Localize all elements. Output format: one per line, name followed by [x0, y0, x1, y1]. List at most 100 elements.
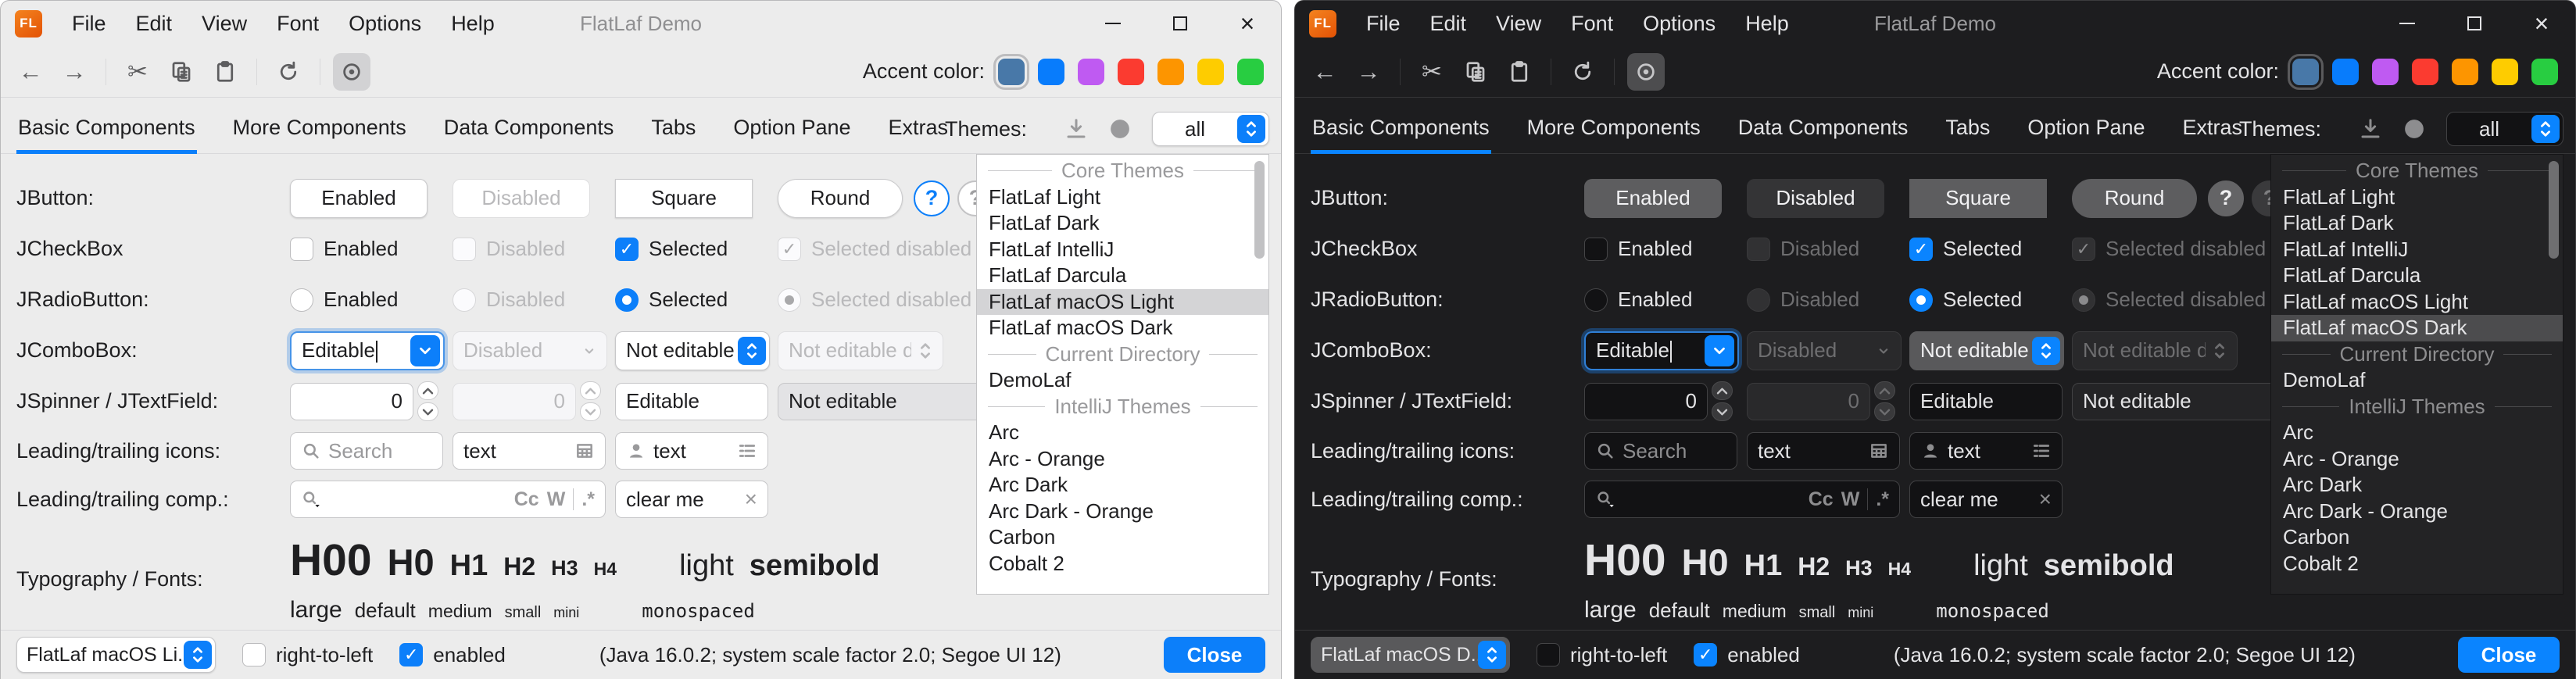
enabled-checkbox[interactable]: ✓: [1694, 643, 1717, 666]
editable-combobox[interactable]: Editable: [290, 331, 445, 370]
tab-extras[interactable]: Extras: [887, 116, 950, 153]
refresh-button[interactable]: [270, 53, 307, 91]
accent-swatch-default[interactable]: [998, 59, 1025, 85]
radio-selected[interactable]: [1909, 288, 1933, 312]
theme-item[interactable]: FlatLaf Light: [2271, 184, 2563, 211]
back-button[interactable]: ←: [12, 53, 49, 91]
enabled-checkbox-group[interactable]: ✓ enabled: [399, 643, 506, 667]
rtl-checkbox[interactable]: [242, 643, 266, 666]
spinner-field[interactable]: 0: [290, 383, 413, 420]
copy-button[interactable]: [1457, 53, 1494, 91]
github-link[interactable]: [1108, 117, 1132, 141]
tab-data-components[interactable]: Data Components: [1737, 116, 1910, 153]
tab-tabs[interactable]: Tabs: [649, 116, 697, 153]
theme-item[interactable]: Arc: [2271, 420, 2563, 446]
clearable-field[interactable]: clear me ×: [1909, 481, 2063, 518]
menu-file[interactable]: File: [1366, 12, 1401, 36]
checkbox-enabled[interactable]: [290, 238, 313, 261]
menu-view[interactable]: View: [202, 12, 247, 36]
checkbox-enabled[interactable]: [1584, 238, 1608, 261]
maximize-button[interactable]: [2441, 1, 2508, 46]
enabled-checkbox[interactable]: ✓: [399, 643, 423, 666]
tab-basic-components[interactable]: Basic Components: [1311, 116, 1491, 153]
tab-basic-components[interactable]: Basic Components: [16, 116, 197, 153]
text-field-with-user-icon[interactable]: text: [615, 432, 768, 470]
whole-words-button[interactable]: W: [1841, 488, 1860, 511]
accent-swatch-orange[interactable]: [2452, 59, 2478, 85]
download-themes-button[interactable]: [2359, 117, 2382, 141]
show-hidden-toggle[interactable]: [333, 53, 370, 91]
search-dropdown-icon[interactable]: [1595, 489, 1615, 509]
text-field-with-table-icon[interactable]: text: [453, 432, 606, 470]
themes-list[interactable]: Core Themes FlatLaf Light FlatLaf Dark F…: [2270, 154, 2563, 595]
refresh-button[interactable]: [1564, 53, 1601, 91]
spinner-down-icon[interactable]: [417, 402, 438, 421]
theme-item[interactable]: FlatLaf Dark: [977, 210, 1268, 237]
close-button[interactable]: ×: [1214, 1, 1281, 46]
accent-swatch-green[interactable]: [1237, 59, 1264, 85]
checkbox-selected[interactable]: ✓: [1909, 238, 1933, 261]
close-dialog-button[interactable]: Close: [2458, 637, 2560, 673]
copy-button[interactable]: [163, 53, 200, 91]
enabled-button[interactable]: Enabled: [290, 179, 428, 218]
clearable-field[interactable]: clear me ×: [615, 481, 768, 518]
forward-button[interactable]: →: [1350, 53, 1387, 91]
themes-list[interactable]: Core Themes FlatLaf Light FlatLaf Dark F…: [976, 154, 1269, 595]
match-case-button[interactable]: Cc: [514, 488, 539, 511]
theme-item[interactable]: FlatLaf Dark: [2271, 210, 2563, 237]
list-icon[interactable]: [737, 441, 757, 461]
table-icon[interactable]: [574, 441, 595, 461]
accent-swatch-yellow[interactable]: [1197, 59, 1224, 85]
close-dialog-button[interactable]: Close: [1164, 637, 1265, 673]
search-field-with-options[interactable]: Cc W .*: [1584, 481, 1900, 518]
rtl-checkbox-group[interactable]: right-to-left: [242, 643, 373, 667]
menu-view[interactable]: View: [1496, 12, 1541, 36]
theme-item[interactable]: FlatLaf macOS Light: [977, 289, 1268, 316]
accent-swatch-red[interactable]: [1118, 59, 1144, 85]
chevron-down-icon[interactable]: [410, 335, 440, 366]
clear-icon[interactable]: ×: [2039, 487, 2052, 512]
regex-button[interactable]: .*: [1876, 488, 1889, 511]
not-editable-combobox[interactable]: Not editable: [1909, 331, 2064, 370]
accent-swatch-blue[interactable]: [1038, 59, 1064, 85]
minimize-button[interactable]: [1079, 1, 1147, 46]
rtl-checkbox-group[interactable]: right-to-left: [1537, 643, 1667, 667]
theme-item[interactable]: Carbon: [2271, 524, 2563, 551]
paste-button[interactable]: [1501, 53, 1538, 91]
not-editable-combobox[interactable]: Not editable: [615, 331, 770, 370]
accent-swatch-blue[interactable]: [2332, 59, 2359, 85]
github-link[interactable]: [2402, 117, 2426, 141]
theme-item[interactable]: DemoLaf: [2271, 367, 2563, 394]
theme-item[interactable]: FlatLaf macOS Light: [2271, 289, 2563, 316]
spinner-up-icon[interactable]: [417, 381, 438, 400]
radio-enabled[interactable]: [290, 288, 313, 312]
search-field-with-options[interactable]: Cc W .*: [290, 481, 606, 518]
maximize-button[interactable]: [1147, 1, 1214, 46]
theme-item[interactable]: Arc Dark - Orange: [2271, 499, 2563, 525]
menu-options[interactable]: Options: [349, 12, 421, 36]
accent-swatch-yellow[interactable]: [2492, 59, 2518, 85]
tab-data-components[interactable]: Data Components: [442, 116, 616, 153]
theme-item[interactable]: Arc - Orange: [2271, 446, 2563, 473]
lookandfeel-combobox[interactable]: FlatLaf macOS Li...: [16, 637, 216, 673]
menu-font[interactable]: Font: [1571, 12, 1613, 36]
theme-item[interactable]: Arc Dark: [2271, 472, 2563, 499]
tab-option-pane[interactable]: Option Pane: [732, 116, 852, 153]
show-hidden-toggle[interactable]: [1627, 53, 1665, 91]
forward-button[interactable]: →: [55, 53, 93, 91]
chevron-down-icon[interactable]: [1705, 335, 1734, 366]
spinner-arrows[interactable]: [1712, 381, 1733, 421]
regex-button[interactable]: .*: [581, 488, 595, 511]
lookandfeel-combobox[interactable]: FlatLaf macOS D...: [1311, 637, 1510, 673]
rtl-checkbox[interactable]: [1537, 643, 1560, 666]
search-field[interactable]: Search: [1584, 432, 1737, 470]
menu-edit[interactable]: Edit: [136, 12, 173, 36]
spinner-field[interactable]: 0: [1584, 383, 1708, 420]
accent-swatch-default[interactable]: [2292, 59, 2319, 85]
theme-item[interactable]: FlatLaf IntelliJ: [2271, 237, 2563, 263]
radio-enabled[interactable]: [1584, 288, 1608, 312]
back-button[interactable]: ←: [1306, 53, 1343, 91]
theme-item[interactable]: FlatLaf macOS Dark: [977, 315, 1268, 341]
accent-swatch-red[interactable]: [2412, 59, 2438, 85]
enabled-button[interactable]: Enabled: [1584, 179, 1722, 218]
